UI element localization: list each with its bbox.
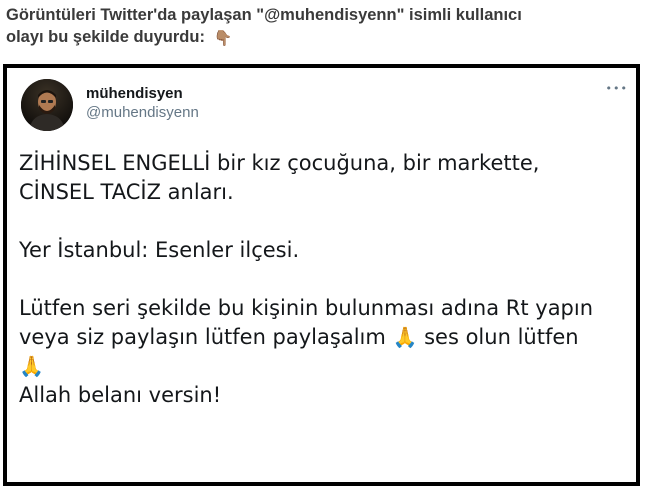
tweet-line-part: ses olun lütfen	[424, 325, 579, 349]
display-name[interactable]: mühendisyen	[86, 84, 199, 103]
tweet-text: ZİHİNSEL ENGELLİ bir kız çocuğuna, bir m…	[19, 149, 623, 410]
folded-hands-icon: 🙏	[392, 325, 418, 349]
tweet-line: Allah belanı versin!	[19, 383, 222, 407]
tweet-author: mühendisyen @muhendisyenn	[86, 84, 199, 123]
pointing-down-hand-icon: 👇🏽	[213, 30, 233, 47]
tweet-line: 🙏	[19, 352, 623, 381]
caption-line-1: Görüntüleri Twitter'da paylaşan "@muhend…	[6, 6, 522, 24]
user-handle[interactable]: @muhendisyenn	[86, 103, 199, 123]
tweet-line: Yer İstanbul: Esenler ilçesi.	[19, 238, 300, 262]
tweet-line: Lütfen seri şekilde bu kişinin bulunması…	[19, 296, 594, 320]
tweet-screenshot: mühendisyen @muhendisyenn ••• ZİHİNSEL E…	[3, 64, 640, 486]
tweet-line: ZİHİNSEL ENGELLİ bir kız çocuğuna, bir m…	[19, 151, 540, 175]
tweet-line-part: veya siz paylaşın lütfen paylaşalım	[19, 325, 386, 349]
folded-hands-icon: 🙏	[19, 354, 44, 378]
avatar-photo-icon	[21, 79, 73, 131]
more-options-icon[interactable]: •••	[606, 82, 628, 95]
tweet-line: veya siz paylaşın lütfen paylaşalım 🙏 se…	[19, 323, 623, 352]
tweet-line: CİNSEL TACİZ anları.	[19, 180, 234, 204]
article-caption: Görüntüleri Twitter'da paylaşan "@muhend…	[6, 4, 638, 50]
caption-line-2: olayı bu şekilde duyurdu:	[6, 28, 205, 46]
avatar[interactable]	[21, 79, 73, 131]
